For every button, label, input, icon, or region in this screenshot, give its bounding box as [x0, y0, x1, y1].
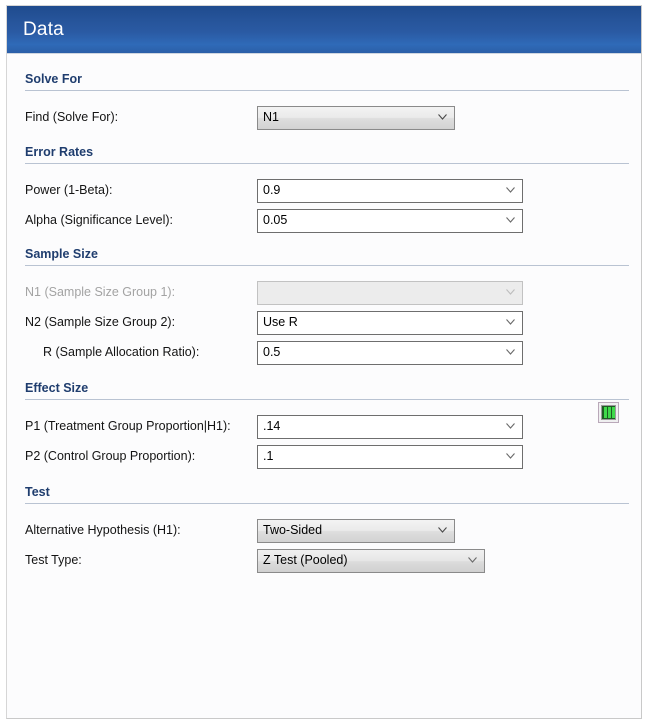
label-n1: N1 (Sample Size Group 1):: [25, 285, 176, 299]
window-panel: Data Solve For Find (Solve For): N1 Erro…: [6, 5, 642, 719]
alternative-hypothesis-dropdown[interactable]: Two-Sided: [257, 519, 455, 543]
row-r-ratio: R (Sample Allocation Ratio): 0.5: [7, 341, 641, 365]
label-power: Power (1-Beta):: [25, 183, 113, 197]
section-title-sample-size: Sample Size: [25, 247, 98, 261]
label-test-type: Test Type:: [25, 553, 82, 567]
section-rule-effect-size: [25, 399, 629, 400]
row-power: Power (1-Beta): 0.9: [7, 179, 641, 203]
section-title-error-rates: Error Rates: [25, 145, 94, 159]
power-combobox[interactable]: 0.9: [257, 179, 523, 203]
alternative-hypothesis-value: Two-Sided: [263, 523, 323, 537]
row-n2: N2 (Sample Size Group 2): Use R: [7, 311, 641, 335]
chevron-down-icon: [506, 453, 515, 459]
power-value: 0.9: [263, 183, 281, 197]
find-solve-for-dropdown[interactable]: N1: [257, 106, 455, 130]
chevron-down-icon: [506, 217, 515, 223]
p2-value: .1: [263, 449, 274, 463]
section-rule-solve-for: [25, 90, 629, 91]
r-ratio-value: 0.5: [263, 345, 281, 359]
chevron-down-icon: [438, 114, 447, 120]
p2-combobox[interactable]: .1: [257, 445, 523, 469]
section-title-effect-size: Effect Size: [25, 381, 89, 395]
section-title-solve-for: Solve For: [25, 72, 82, 86]
section-rule-sample-size: [25, 265, 629, 266]
label-p2: P2 (Control Group Proportion):: [25, 449, 196, 463]
settings-body: Solve For Find (Solve For): N1 Error Rat…: [7, 54, 641, 718]
chevron-down-icon: [506, 423, 515, 429]
section-title-test: Test: [25, 485, 50, 499]
find-solve-for-value: N1: [263, 110, 279, 124]
r-ratio-combobox[interactable]: 0.5: [257, 341, 523, 365]
chevron-down-icon: [506, 349, 515, 355]
alpha-combobox[interactable]: 0.05: [257, 209, 523, 233]
window-titlebar: Data: [7, 6, 641, 54]
section-rule-error-rates: [25, 163, 629, 164]
row-test-type: Test Type: Z Test (Pooled): [7, 549, 641, 573]
row-p1: P1 (Treatment Group Proportion|H1): .14: [7, 415, 641, 439]
n2-combobox[interactable]: Use R: [257, 311, 523, 335]
chevron-down-icon: [506, 187, 515, 193]
p1-value: .14: [263, 419, 281, 433]
row-alpha: Alpha (Significance Level): 0.05: [7, 209, 641, 233]
chevron-down-icon: [438, 527, 447, 533]
chevron-down-icon: [506, 289, 515, 295]
row-find-solve-for: Find (Solve For): N1: [7, 106, 641, 130]
chevron-down-icon: [468, 557, 477, 563]
label-find-solve-for: Find (Solve For):: [25, 110, 119, 124]
section-rule-test: [25, 503, 629, 504]
label-alpha: Alpha (Significance Level):: [25, 213, 173, 227]
row-p2: P2 (Control Group Proportion): .1: [7, 445, 641, 469]
label-alternative-hypothesis: Alternative Hypothesis (H1):: [25, 523, 181, 537]
test-type-value: Z Test (Pooled): [263, 553, 348, 567]
row-alternative-hypothesis: Alternative Hypothesis (H1): Two-Sided: [7, 519, 641, 543]
window-title: Data: [23, 19, 64, 40]
label-n2: N2 (Sample Size Group 2):: [25, 315, 176, 329]
label-r-ratio: R (Sample Allocation Ratio):: [43, 345, 200, 359]
n1-combobox: [257, 281, 523, 305]
n2-value: Use R: [263, 315, 298, 329]
label-p1: P1 (Treatment Group Proportion|H1):: [25, 419, 231, 433]
test-type-dropdown[interactable]: Z Test (Pooled): [257, 549, 485, 573]
row-n1: N1 (Sample Size Group 1):: [7, 281, 641, 305]
data-window: Data Solve For Find (Solve For): N1 Erro…: [0, 0, 650, 727]
alpha-value: 0.05: [263, 213, 288, 227]
p1-combobox[interactable]: .14: [257, 415, 523, 439]
chevron-down-icon: [506, 319, 515, 325]
